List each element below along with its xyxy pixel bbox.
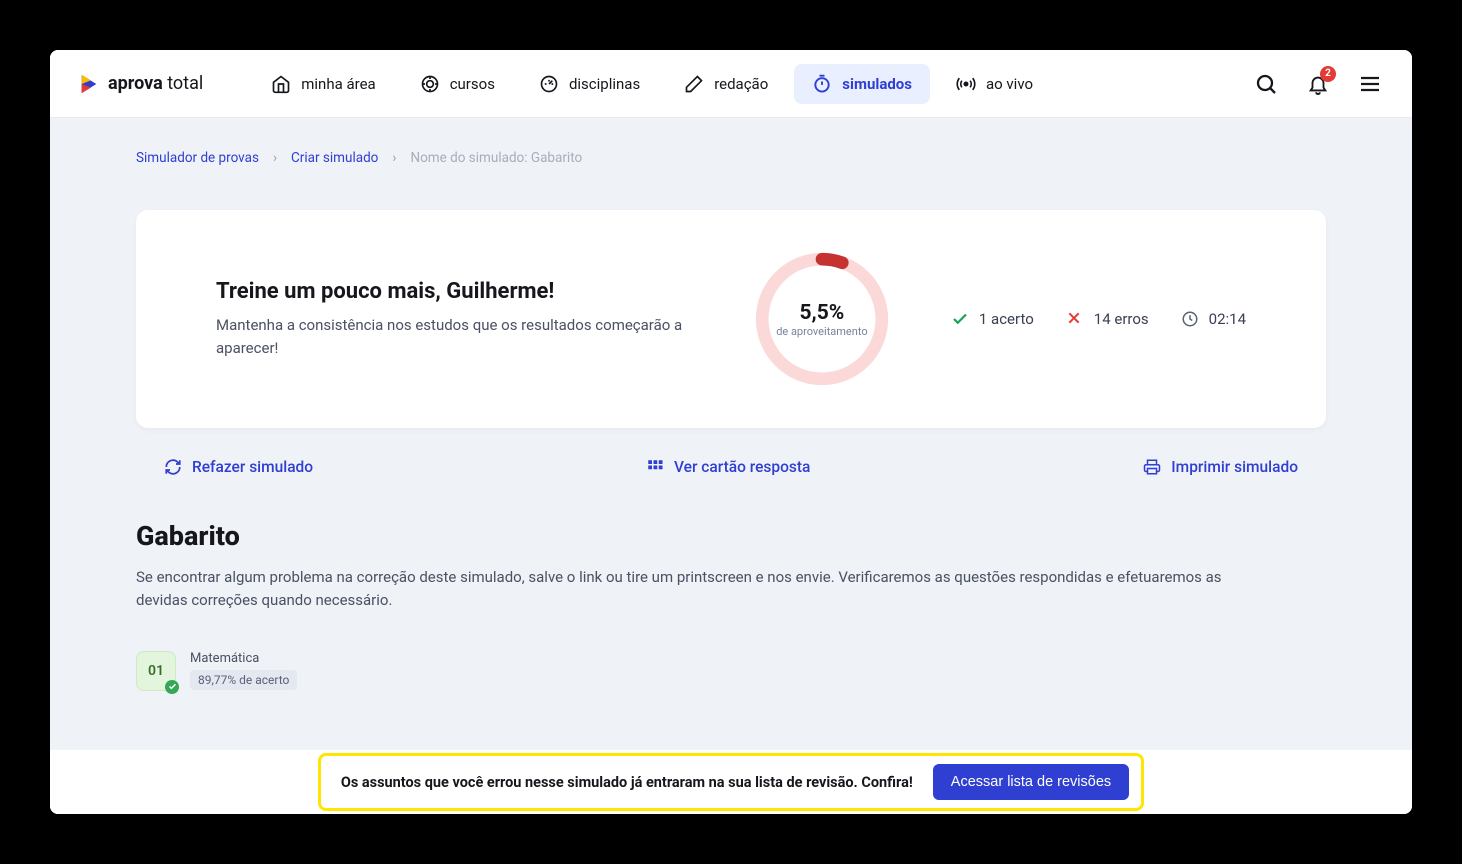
chevron-right-icon: › [392,150,396,166]
nav-label: minha área [301,75,375,93]
result-subtitle: Mantenha a consistência nos estudos que … [216,314,693,359]
grid-icon [646,458,664,476]
nav-ao-vivo[interactable]: ao vivo [938,64,1051,104]
stat-time-label: 02:14 [1209,310,1246,328]
result-actions: Refazer simulado Ver cartão resposta Imp… [136,458,1326,476]
revision-text: Os assuntos que você errou nesse simulad… [341,774,913,791]
nav-label: ao vivo [986,75,1033,93]
nav-cursos[interactable]: cursos [402,64,513,104]
gauge-sublabel: de aproveitamento [776,325,867,338]
gabarito-description: Se encontrar algum problema na correção … [136,566,1236,613]
printer-icon [1143,458,1161,476]
stat-time: 02:14 [1181,310,1246,328]
hamburger-icon [1358,72,1382,96]
result-message: Treine um pouco mais, Guilherme! Mantenh… [216,279,693,359]
stat-wrong: 14 erros [1066,310,1149,328]
redo-simulado-button[interactable]: Refazer simulado [164,458,313,476]
revision-banner: Os assuntos que você errou nesse simulad… [50,750,1412,814]
nav-label: disciplinas [569,75,640,93]
notifications-button[interactable]: 2 [1304,70,1332,98]
breadcrumb-link-2[interactable]: Criar simulado [291,150,378,166]
search-icon [1254,72,1278,96]
gabarito-title: Gabarito [136,520,1326,552]
home-icon [271,74,291,94]
topbar: aprova total minha área cursos disciplin… [50,50,1412,118]
pencil-icon [684,74,704,94]
topbar-right: 2 [1252,70,1384,98]
result-summary-card: Treine um pouco mais, Guilherme! Mantenh… [136,210,1326,428]
refresh-icon [164,458,182,476]
question-accuracy: 89,77% de acerto [190,670,297,690]
nav-redacao[interactable]: redação [666,64,786,104]
check-badge-icon [165,680,179,694]
menu-button[interactable] [1356,70,1384,98]
breadcrumb: Simulador de provas › Criar simulado › N… [136,150,1326,166]
nav-label: cursos [450,75,495,93]
check-icon [951,310,969,328]
question-subject: Matemática [190,651,297,666]
chevron-right-icon: › [273,150,277,166]
view-answer-card-button[interactable]: Ver cartão resposta [646,458,810,476]
brand-logo[interactable]: aprova total [78,73,203,95]
target-icon [420,74,440,94]
print-simulado-button[interactable]: Imprimir simulado [1143,458,1298,476]
search-button[interactable] [1252,70,1280,98]
performance-gauge: 5,5% de aproveitamento [753,250,891,388]
stat-wrong-label: 14 erros [1094,310,1149,328]
gauge-icon [539,74,559,94]
broadcast-icon [956,74,976,94]
nav-disciplinas[interactable]: disciplinas [521,64,658,104]
gauge-percent: 5,5% [799,301,844,325]
app-window: aprova total minha área cursos disciplin… [50,50,1412,814]
play-logo-icon [78,73,100,95]
page-content: Simulador de provas › Criar simulado › N… [50,118,1412,750]
question-number-badge: 01 [136,651,176,691]
main-nav: minha área cursos disciplinas redação si… [253,64,1252,104]
question-number: 01 [148,663,164,679]
brand-text: aprova total [108,73,203,94]
clock-icon [1181,310,1199,328]
breadcrumb-link-1[interactable]: Simulador de provas [136,150,259,166]
notification-badge: 2 [1320,66,1336,82]
stopwatch-icon [812,74,832,94]
nav-simulados[interactable]: simulados [794,64,930,104]
result-title: Treine um pouco mais, Guilherme! [216,279,693,304]
access-revisions-button[interactable]: Acessar lista de revisões [933,764,1129,800]
breadcrumb-current: Nome do simulado: Gabarito [410,150,582,166]
nav-minha-area[interactable]: minha área [253,64,393,104]
question-meta: Matemática 89,77% de acerto [190,651,297,690]
action-label: Imprimir simulado [1171,458,1298,476]
stat-correct: 1 acerto [951,310,1034,328]
action-label: Ver cartão resposta [674,458,810,476]
nav-label: redação [714,75,768,93]
action-label: Refazer simulado [192,458,313,476]
nav-label: simulados [842,75,912,93]
stat-correct-label: 1 acerto [979,310,1034,328]
question-item[interactable]: 01 Matemática 89,77% de acerto [136,651,1326,691]
result-stats: 1 acerto 14 erros 02:14 [951,310,1246,328]
x-icon [1066,310,1084,328]
revision-highlight: Os assuntos que você errou nesse simulad… [318,753,1144,811]
